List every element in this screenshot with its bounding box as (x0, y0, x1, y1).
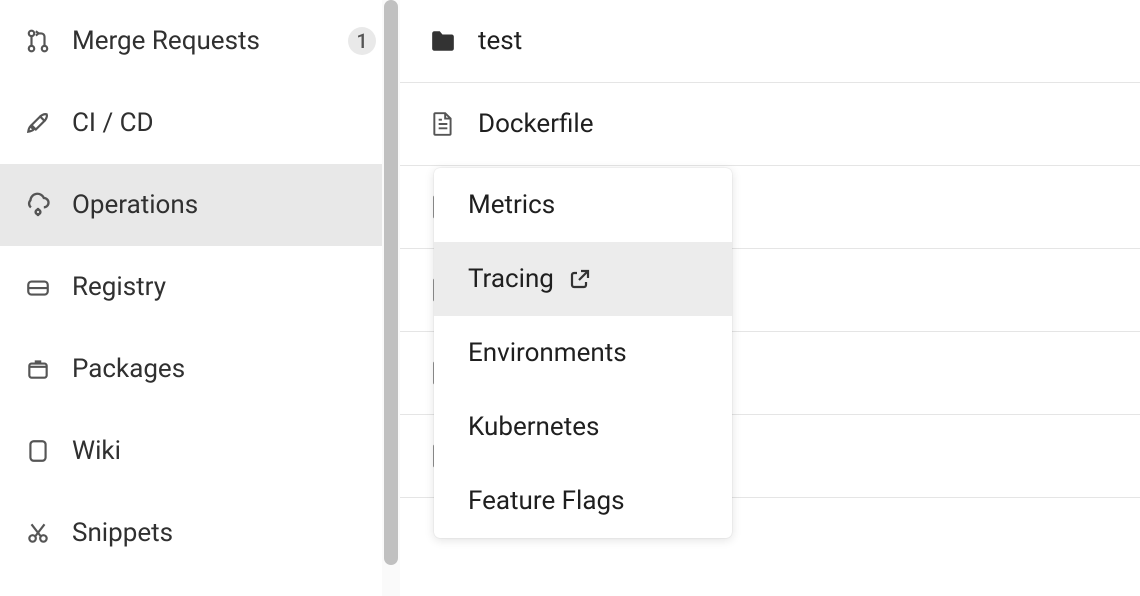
file-row[interactable]: Dockerfile (400, 83, 1140, 166)
sidebar-item-label: Packages (72, 354, 185, 384)
file-name: Dockerfile (478, 109, 594, 139)
sidebar-item-label: CI / CD (72, 108, 154, 138)
flyout-item-label: Kubernetes (468, 412, 599, 442)
external-link-icon (568, 267, 592, 291)
cloud-gear-icon (24, 191, 52, 219)
flyout-item-label: Feature Flags (468, 486, 625, 516)
scissors-icon (24, 519, 52, 547)
sidebar-item-label: Merge Requests (72, 26, 260, 56)
flyout-item-tracing[interactable]: Tracing (434, 242, 732, 316)
sidebar-item-label: Wiki (72, 436, 121, 466)
merge-request-icon (24, 27, 52, 55)
flyout-item-label: Metrics (468, 190, 555, 220)
folder-icon (430, 28, 456, 54)
sidebar-item-snippets[interactable]: Snippets (0, 492, 400, 574)
package-icon (24, 355, 52, 383)
flyout-item-feature-flags[interactable]: Feature Flags (434, 464, 732, 538)
rocket-icon (24, 109, 52, 137)
sidebar-item-label: Operations (72, 190, 198, 220)
file-name: test (478, 26, 522, 56)
flyout-item-metrics[interactable]: Metrics (434, 168, 732, 242)
file-row-folder[interactable]: test (400, 0, 1140, 83)
flyout-item-kubernetes[interactable]: Kubernetes (434, 390, 732, 464)
flyout-item-label: Environments (468, 338, 627, 368)
drive-icon (24, 273, 52, 301)
flyout-item-label: Tracing (468, 264, 554, 294)
operations-flyout-menu: Metrics Tracing Environments Kubernetes … (434, 168, 732, 538)
sidebar-item-label: Registry (72, 272, 166, 302)
flyout-item-environments[interactable]: Environments (434, 316, 732, 390)
file-icon (24, 437, 52, 465)
sidebar-item-label: Snippets (72, 518, 173, 548)
document-icon (430, 111, 456, 137)
